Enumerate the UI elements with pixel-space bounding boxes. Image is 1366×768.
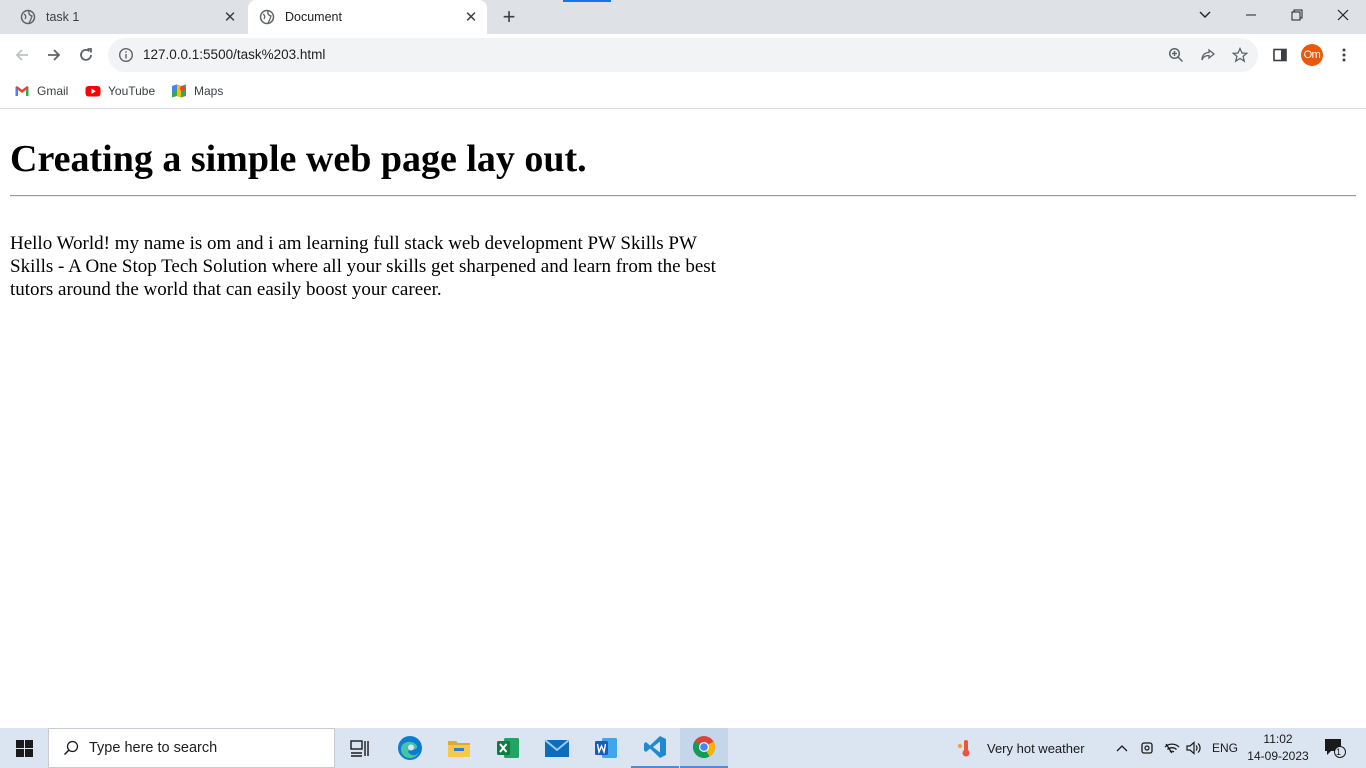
bookmark-youtube[interactable]: YouTube (85, 81, 155, 101)
site-info-icon[interactable] (118, 47, 134, 68)
chrome-app[interactable] (680, 728, 728, 768)
task-view-icon (350, 740, 369, 757)
maps-icon (171, 83, 187, 99)
file-explorer-app[interactable] (435, 728, 483, 768)
search-placeholder: Type here to search (89, 740, 218, 756)
bookmark-label: Gmail (37, 84, 69, 98)
horizontal-rule (10, 195, 1356, 197)
notification-center-button[interactable]: 1 (1323, 728, 1347, 768)
profile-avatar[interactable]: Om (1301, 44, 1323, 66)
youtube-icon (85, 83, 101, 99)
tab-document[interactable]: Document ✕ (248, 0, 487, 34)
excel-icon (497, 738, 519, 758)
globe-icon (20, 9, 36, 25)
bookmark-gmail[interactable]: Gmail (14, 81, 68, 101)
taskbar-search-box[interactable]: Type here to search (48, 728, 335, 768)
clock-time: 11:02 (1263, 732, 1293, 746)
word-app[interactable] (582, 728, 630, 768)
notification-count: 1 (1336, 747, 1342, 757)
thermometer-icon (957, 740, 970, 757)
menu-kebab-icon[interactable] (1331, 42, 1357, 68)
chrome-icon (693, 736, 715, 758)
forward-button[interactable] (41, 42, 67, 68)
meet-now-icon[interactable] (1140, 728, 1154, 768)
side-panel-icon[interactable] (1267, 42, 1293, 68)
vscode-icon (644, 736, 666, 758)
excel-app[interactable] (484, 728, 532, 768)
reload-button[interactable] (73, 42, 99, 68)
page-viewport: Creating a simple web page lay out. Hell… (0, 109, 1366, 728)
weather-text: Very hot weather (987, 740, 1085, 756)
gmail-icon (14, 83, 30, 99)
mail-icon (544, 739, 570, 757)
minimize-button[interactable] (1228, 0, 1274, 30)
clock-date: 14-09-2023 (1247, 749, 1309, 763)
network-icon[interactable] (1164, 728, 1180, 768)
tab-close-icon[interactable]: ✕ (220, 7, 240, 27)
share-icon[interactable] (1199, 46, 1217, 64)
task-view-button[interactable] (336, 728, 384, 768)
edge-app[interactable] (386, 728, 434, 768)
new-tab-button[interactable]: + (497, 4, 521, 29)
browser-toolbar: 127.0.0.1:5500/task%203.html (0, 34, 1366, 76)
mail-app[interactable] (533, 728, 581, 768)
tab-group-indicator (563, 0, 611, 2)
folder-icon (448, 741, 470, 757)
tab-close-icon[interactable]: ✕ (461, 7, 481, 27)
edge-icon (398, 736, 422, 760)
globe-icon (259, 9, 275, 25)
bookmark-maps[interactable]: Maps (171, 81, 223, 101)
show-hidden-icons-button[interactable] (1115, 728, 1129, 768)
notification-icon (1325, 739, 1346, 758)
language-indicator[interactable]: ENG (1212, 728, 1238, 768)
start-button[interactable] (0, 728, 48, 768)
tab-search-icon[interactable] (1182, 0, 1228, 30)
windows-taskbar: Type here to search Very hot weather ENG (0, 728, 1366, 768)
bookmark-label: Maps (194, 84, 224, 98)
weather-widget[interactable]: Very hot weather (955, 728, 1085, 768)
system-clock[interactable]: 11:02 14-09-2023 (1246, 731, 1310, 765)
zoom-icon[interactable] (1167, 46, 1185, 64)
vscode-app[interactable] (631, 728, 679, 768)
tab-title: Document (285, 10, 342, 24)
word-icon (595, 738, 617, 758)
bookmark-label: YouTube (108, 84, 156, 98)
tab-task-1[interactable]: task 1 ✕ (8, 0, 246, 34)
windows-icon (15, 739, 33, 757)
tab-strip: task 1 ✕ Document ✕ + (0, 0, 1366, 34)
restore-button[interactable] (1274, 0, 1320, 30)
search-icon (63, 740, 79, 756)
back-button[interactable] (9, 42, 35, 68)
chevron-up-icon (1116, 745, 1128, 752)
address-bar[interactable]: 127.0.0.1:5500/task%203.html (108, 38, 1258, 72)
bookmark-star-icon[interactable] (1231, 46, 1249, 64)
close-window-button[interactable] (1320, 0, 1366, 30)
page-heading: Creating a simple web page lay out. (10, 138, 587, 180)
url-text: 127.0.0.1:5500/task%203.html (143, 47, 326, 62)
tab-title: task 1 (46, 10, 80, 24)
page-paragraph: Hello World! my name is om and i am lear… (10, 233, 716, 300)
volume-icon[interactable] (1186, 728, 1202, 768)
bookmarks-bar: Gmail YouTube Maps (0, 76, 1366, 109)
